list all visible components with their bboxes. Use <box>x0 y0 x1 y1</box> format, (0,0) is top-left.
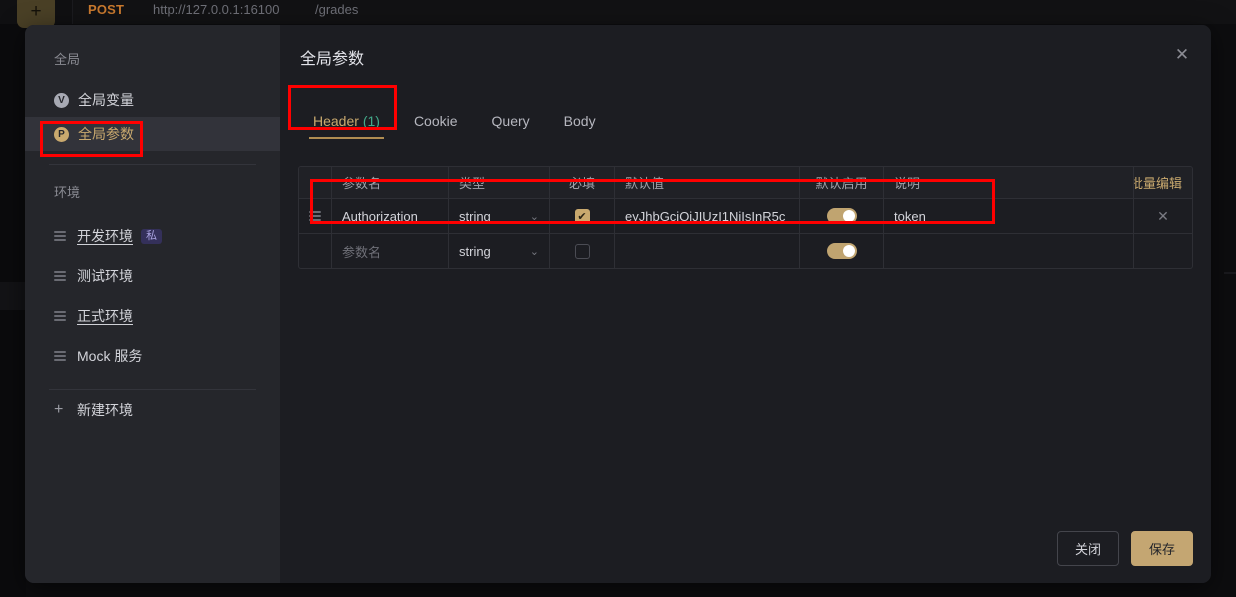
enabled-toggle[interactable] <box>826 243 857 259</box>
env-label: 正式环境 <box>77 308 133 324</box>
bulk-edit-button[interactable]: 批量编辑 <box>1134 173 1182 192</box>
enabled-toggle[interactable] <box>826 208 857 224</box>
left-rail <box>0 24 26 597</box>
right-edge-marker <box>1224 272 1236 274</box>
dialog-sidebar: 全局 V 全局变量 P 全局参数 环境 开发环境 私 测试环境 正式环境 Moc… <box>25 25 280 583</box>
env-label: 测试环境 <box>77 268 133 284</box>
param-description-input[interactable] <box>884 234 1134 268</box>
drag-handle-icon[interactable] <box>54 351 66 361</box>
param-name-input[interactable]: 参数名 <box>332 234 449 268</box>
sidebar-group-environment: 环境 <box>54 185 81 200</box>
header-cell-enabled: 默认启用 <box>800 167 884 198</box>
sidebar-item-global-params[interactable]: P 全局参数 <box>25 117 280 151</box>
sidebar-group-global: 全局 <box>54 52 81 67</box>
sidebar-item-mock-service[interactable]: Mock 服务 <box>25 336 280 376</box>
request-top-bar: POST http://127.0.0.1:16100 /grades + <box>0 0 1236 28</box>
drag-handle-icon[interactable] <box>54 311 66 321</box>
param-required-cell: ✔ <box>550 199 615 233</box>
request-method: POST <box>88 2 125 17</box>
header-cell-default-value: 默认值 <box>615 167 800 198</box>
param-enabled-cell <box>800 199 884 233</box>
table-header-row: 参数名 类型 必填 默认值 默认启用 说明 批量编辑 <box>299 167 1192 198</box>
new-environment-label: 新建环境 <box>77 402 133 418</box>
close-icon[interactable]: ✕ <box>1171 44 1193 66</box>
header-cell-grip <box>299 167 332 198</box>
param-required-cell <box>550 234 615 268</box>
header-cell-type: 类型 <box>449 167 550 198</box>
param-type-value: string <box>459 243 491 259</box>
param-type-select[interactable]: string ⌄ <box>449 234 550 268</box>
tab-query[interactable]: Query <box>475 113 547 139</box>
delete-row-icon[interactable]: ✕ <box>1157 208 1169 225</box>
header-cell-name: 参数名 <box>332 167 449 198</box>
private-badge: 私 <box>141 228 162 244</box>
tab-label: Cookie <box>413 113 458 129</box>
required-checkbox[interactable]: ✔ <box>574 208 590 224</box>
toggle-knob <box>842 245 855 257</box>
header-cell-description: 说明 <box>884 167 1134 198</box>
header-cell-actions: 批量编辑 <box>1134 167 1192 198</box>
row-actions-cell <box>1134 234 1192 268</box>
dialog-footer: 关闭 保存 <box>1056 531 1193 566</box>
tab-header[interactable]: Header (1) <box>296 113 397 139</box>
param-tabs: Header (1) Cookie Query Body <box>296 113 613 139</box>
param-default-value-input[interactable]: eyJhbGciOiJIUzI1NiIsInR5c <box>615 199 800 233</box>
tab-body[interactable]: Body <box>547 113 613 139</box>
param-badge-icon: P <box>54 126 69 142</box>
param-type-value: string <box>459 208 491 224</box>
header-required-label: 必填 <box>568 176 595 191</box>
required-checkbox[interactable] <box>574 243 590 259</box>
toggle-knob <box>842 210 855 222</box>
param-type-select[interactable]: string ⌄ <box>449 199 550 233</box>
sidebar-item-global-variables[interactable]: V 全局变量 <box>25 83 280 117</box>
new-tab-button[interactable]: + <box>17 0 55 28</box>
env-label: 开发环境 <box>77 228 133 244</box>
env-label: Mock 服务 <box>77 348 143 364</box>
sidebar-item-test-env[interactable]: 测试环境 <box>25 256 280 296</box>
chevron-down-icon: ⌄ <box>529 210 539 223</box>
tab-label: Body <box>563 113 596 129</box>
sidebar-divider <box>49 164 256 165</box>
sidebar-item-label: 全局变量 <box>78 92 134 108</box>
drag-handle-icon[interactable] <box>54 271 66 281</box>
param-default-value-input[interactable] <box>615 234 800 268</box>
tab-count: (1) <box>362 113 380 129</box>
table-row[interactable]: 参数名 string ⌄ <box>299 233 1192 268</box>
sidebar-item-label: 全局参数 <box>78 126 134 142</box>
tab-label: Header <box>313 113 359 129</box>
params-table: 参数名 类型 必填 默认值 默认启用 说明 批量编辑 Authorization <box>298 166 1193 269</box>
param-enabled-cell <box>800 234 884 268</box>
variable-badge-icon: V <box>54 92 69 108</box>
global-params-dialog: 全局 V 全局变量 P 全局参数 环境 开发环境 私 测试环境 正式环境 Moc… <box>25 25 1211 583</box>
request-url: http://127.0.0.1:16100 <box>153 2 280 17</box>
dialog-title: 全局参数 <box>300 51 365 68</box>
close-button[interactable]: 关闭 <box>1056 531 1119 566</box>
drag-handle-icon[interactable] <box>54 231 66 241</box>
row-actions-cell: ✕ <box>1134 199 1192 233</box>
tab-cookie[interactable]: Cookie <box>397 113 475 139</box>
dialog-main: 全局参数 ✕ Header (1) Cookie Query Body 参数名 … <box>280 25 1211 583</box>
new-environment-button[interactable]: + 新建环境 <box>25 390 280 430</box>
chevron-down-icon: ⌄ <box>529 245 539 258</box>
save-button[interactable]: 保存 <box>1130 531 1193 566</box>
sidebar-item-prod-env[interactable]: 正式环境 <box>25 296 280 336</box>
table-row[interactable]: Authorization string ⌄ ✔ eyJhbGciOiJIUzI… <box>299 198 1192 233</box>
header-cell-required: 必填 <box>550 167 615 198</box>
grip-icon <box>309 211 321 221</box>
request-path: /grades <box>315 2 359 17</box>
row-drag-handle-icon <box>299 234 332 268</box>
row-drag-handle-icon[interactable] <box>299 199 332 233</box>
param-name-input[interactable]: Authorization <box>332 199 449 233</box>
plus-icon: + <box>54 401 64 418</box>
sidebar-item-dev-env[interactable]: 开发环境 私 <box>25 216 280 256</box>
param-description-input[interactable]: token <box>884 199 1134 233</box>
tab-label: Query <box>491 113 530 129</box>
left-rail-highlight <box>0 282 26 310</box>
